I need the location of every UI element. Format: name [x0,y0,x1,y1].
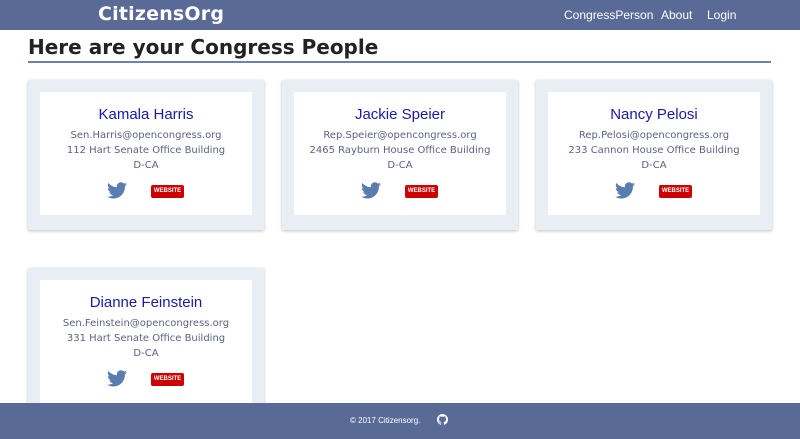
twitter-icon[interactable] [107,370,127,387]
website-button[interactable]: WEBSITE [151,185,184,198]
twitter-icon[interactable] [107,182,127,199]
person-party: D-CA [387,160,413,171]
top-navbar: CitizensOrg CongressPerson About Login [0,0,800,30]
congress-person-card: Kamala Harris Sen.Harris@opencongress.or… [28,80,264,230]
person-office: 112 Hart Senate Office Building [66,145,226,156]
website-button[interactable]: WEBSITE [151,373,184,386]
twitter-icon[interactable] [361,182,381,199]
card-actions: WEBSITE [40,181,252,203]
card-actions: WEBSITE [40,369,252,391]
card-actions: WEBSITE [294,181,506,203]
congress-person-card: Jackie Speier Rep.Speier@opencongress.or… [282,80,518,230]
brand-logo[interactable]: CitizensOrg [98,3,224,25]
person-name: Dianne Feinstein [89,294,203,311]
card-body: Jackie Speier Rep.Speier@opencongress.or… [294,92,506,215]
nav-link-login[interactable]: Login [707,8,736,22]
github-icon[interactable] [437,414,448,425]
footer: © 2017 Citizensorg. [0,403,800,439]
website-button[interactable]: WEBSITE [405,185,438,198]
nav-link-congressperson[interactable]: CongressPerson [564,8,653,22]
congress-person-card: Dianne Feinstein Sen.Feinstein@opencongr… [28,268,264,418]
title-divider [28,61,771,63]
nav-link-about[interactable]: About [661,8,692,22]
person-email: Rep.Pelosi@opencongress.org [578,130,730,141]
person-office: 2465 Rayburn House Office Building [309,145,491,156]
card-body: Nancy Pelosi Rep.Pelosi@opencongress.org… [548,92,760,215]
person-name: Nancy Pelosi [610,106,698,123]
person-party: D-CA [133,348,159,359]
copyright-text: © 2017 Citizensorg. [350,416,421,425]
person-email: Sen.Feinstein@opencongress.org [62,318,230,329]
card-actions: WEBSITE [548,181,760,203]
page-title: Here are your Congress People [28,35,379,59]
card-body: Kamala Harris Sen.Harris@opencongress.or… [40,92,252,215]
website-button[interactable]: WEBSITE [659,185,692,198]
congress-person-card: Nancy Pelosi Rep.Pelosi@opencongress.org… [536,80,772,230]
person-office: 331 Hart Senate Office Building [66,333,226,344]
person-party: D-CA [133,160,159,171]
person-office: 233 Cannon House Office Building [568,145,740,156]
card-body: Dianne Feinstein Sen.Feinstein@opencongr… [40,280,252,403]
person-name: Kamala Harris [98,106,194,123]
twitter-icon[interactable] [615,182,635,199]
person-name: Jackie Speier [354,106,446,123]
person-email: Sen.Harris@opencongress.org [70,130,222,141]
person-email: Rep.Speier@opencongress.org [323,130,477,141]
person-party: D-CA [641,160,667,171]
